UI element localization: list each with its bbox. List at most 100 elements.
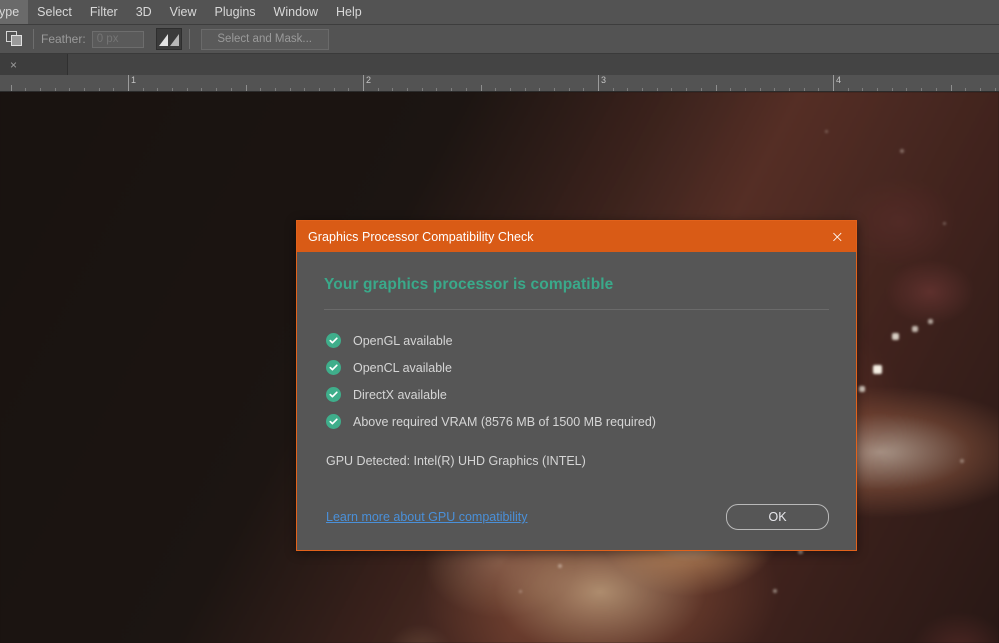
check-circle-icon — [326, 360, 341, 375]
ruler-tick — [730, 88, 731, 91]
options-bar: Feather: Select and Mask... — [0, 25, 999, 54]
ruler-tick — [892, 88, 893, 91]
ruler-tick — [583, 88, 584, 91]
ruler-tick — [246, 85, 247, 91]
ruler-tick — [980, 88, 981, 91]
ruler-tick — [716, 85, 717, 91]
ruler-tick — [554, 88, 555, 91]
canvas-area[interactable]: Graphics Processor Compatibility Check ×… — [0, 92, 999, 643]
list-item: OpenCL available — [326, 359, 829, 376]
ruler-tick — [862, 88, 863, 91]
star-highlight — [872, 364, 882, 374]
ruler-tick — [84, 88, 85, 91]
ruler-tick — [260, 88, 261, 91]
ruler-tick — [921, 88, 922, 91]
check-circle-icon — [326, 414, 341, 429]
ruler-tick — [143, 88, 144, 91]
ruler-tick — [671, 88, 672, 91]
options-divider-2 — [188, 29, 190, 49]
ruler-tick — [510, 88, 511, 91]
ruler-tick — [481, 85, 482, 91]
ruler-tick — [804, 88, 805, 91]
horizontal-ruler[interactable]: 1 2 3 4 — [0, 75, 999, 92]
dialog-title: Graphics Processor Compatibility Check — [308, 229, 534, 244]
star-highlight — [912, 326, 918, 332]
feather-input[interactable] — [91, 30, 144, 48]
menu-item-view[interactable]: View — [161, 0, 206, 24]
check-label: Above required VRAM (8576 MB of 1500 MB … — [353, 414, 656, 429]
ruler-tick — [495, 88, 496, 91]
ruler-tick — [569, 88, 570, 91]
ruler-tick — [216, 88, 217, 91]
ruler-tick — [995, 88, 996, 91]
document-tab-bar: × — [0, 54, 999, 75]
overlapping-squares-icon — [5, 31, 23, 47]
ruler-tick — [187, 88, 188, 91]
menu-item-help[interactable]: Help — [327, 0, 371, 24]
ruler-tick — [642, 88, 643, 91]
ruler-tick — [745, 88, 746, 91]
ruler-tick — [25, 88, 26, 91]
ruler-tick — [348, 88, 349, 91]
ruler-tick — [657, 88, 658, 91]
ruler-tick — [201, 88, 202, 91]
menu-item-type[interactable]: ype — [0, 0, 29, 24]
ruler-tick — [422, 88, 423, 91]
dialog-body: Your graphics processor is compatible Op… — [297, 252, 856, 550]
selection-mode-button[interactable] — [2, 28, 26, 50]
ruler-tick — [466, 88, 467, 91]
ok-button[interactable]: OK — [726, 504, 829, 530]
ruler-tick — [936, 88, 937, 91]
star-highlight — [558, 564, 562, 568]
ruler-tick — [627, 88, 628, 91]
ruler-tick — [789, 88, 790, 91]
learn-more-link[interactable]: Learn more about GPU compatibility — [326, 510, 527, 524]
ruler-tick — [378, 88, 379, 91]
ruler-tick — [275, 88, 276, 91]
ruler-label: 4 — [836, 75, 842, 85]
anti-alias-icon[interactable] — [155, 28, 182, 50]
menu-item-select[interactable]: Select — [28, 0, 81, 24]
star-highlight — [859, 386, 865, 392]
close-icon[interactable]: × — [829, 228, 846, 245]
ruler-tick — [55, 88, 56, 91]
ruler-label: 3 — [601, 75, 607, 85]
menu-item-plugins[interactable]: Plugins — [206, 0, 265, 24]
menu-item-filter[interactable]: Filter — [81, 0, 127, 24]
ruler-tick — [99, 88, 100, 91]
list-item: OpenGL available — [326, 332, 829, 349]
divider — [324, 309, 829, 310]
compatibility-check-list: OpenGL available OpenCL available Direct… — [326, 332, 829, 430]
ruler-tick — [157, 88, 158, 91]
feather-label: Feather: — [41, 32, 86, 46]
ruler-tick — [906, 88, 907, 91]
star-highlight — [942, 221, 946, 225]
ruler-tick — [613, 88, 614, 91]
options-divider-1 — [33, 29, 34, 49]
close-icon[interactable]: × — [10, 59, 17, 71]
ruler-tick — [451, 88, 452, 91]
star-highlight — [960, 459, 964, 463]
ruler-tick — [760, 88, 761, 91]
ruler-tick — [951, 85, 952, 91]
compatibility-heading: Your graphics processor is compatible — [324, 276, 614, 293]
ruler-tick — [113, 88, 114, 91]
select-and-mask-button[interactable]: Select and Mask... — [200, 28, 329, 50]
gpu-detected-text: GPU Detected: Intel(R) UHD Graphics (INT… — [326, 454, 586, 468]
ruler-tick — [877, 88, 878, 91]
menu-item-3d[interactable]: 3D — [127, 0, 161, 24]
photoshop-window: ype Select Filter 3D View Plugins Window… — [0, 0, 999, 643]
ruler-tick — [965, 88, 966, 91]
ruler-tick — [290, 88, 291, 91]
check-label: DirectX available — [353, 387, 447, 402]
check-label: OpenGL available — [353, 333, 453, 348]
ruler-tick — [774, 88, 775, 91]
document-tab[interactable]: × — [0, 54, 68, 75]
ruler-tick — [392, 88, 393, 91]
star-highlight — [900, 149, 904, 153]
star-highlight — [891, 332, 899, 340]
star-highlight — [518, 589, 522, 593]
list-item: Above required VRAM (8576 MB of 1500 MB … — [326, 413, 829, 430]
menu-item-window[interactable]: Window — [265, 0, 327, 24]
ruler-label: 1 — [131, 75, 137, 85]
